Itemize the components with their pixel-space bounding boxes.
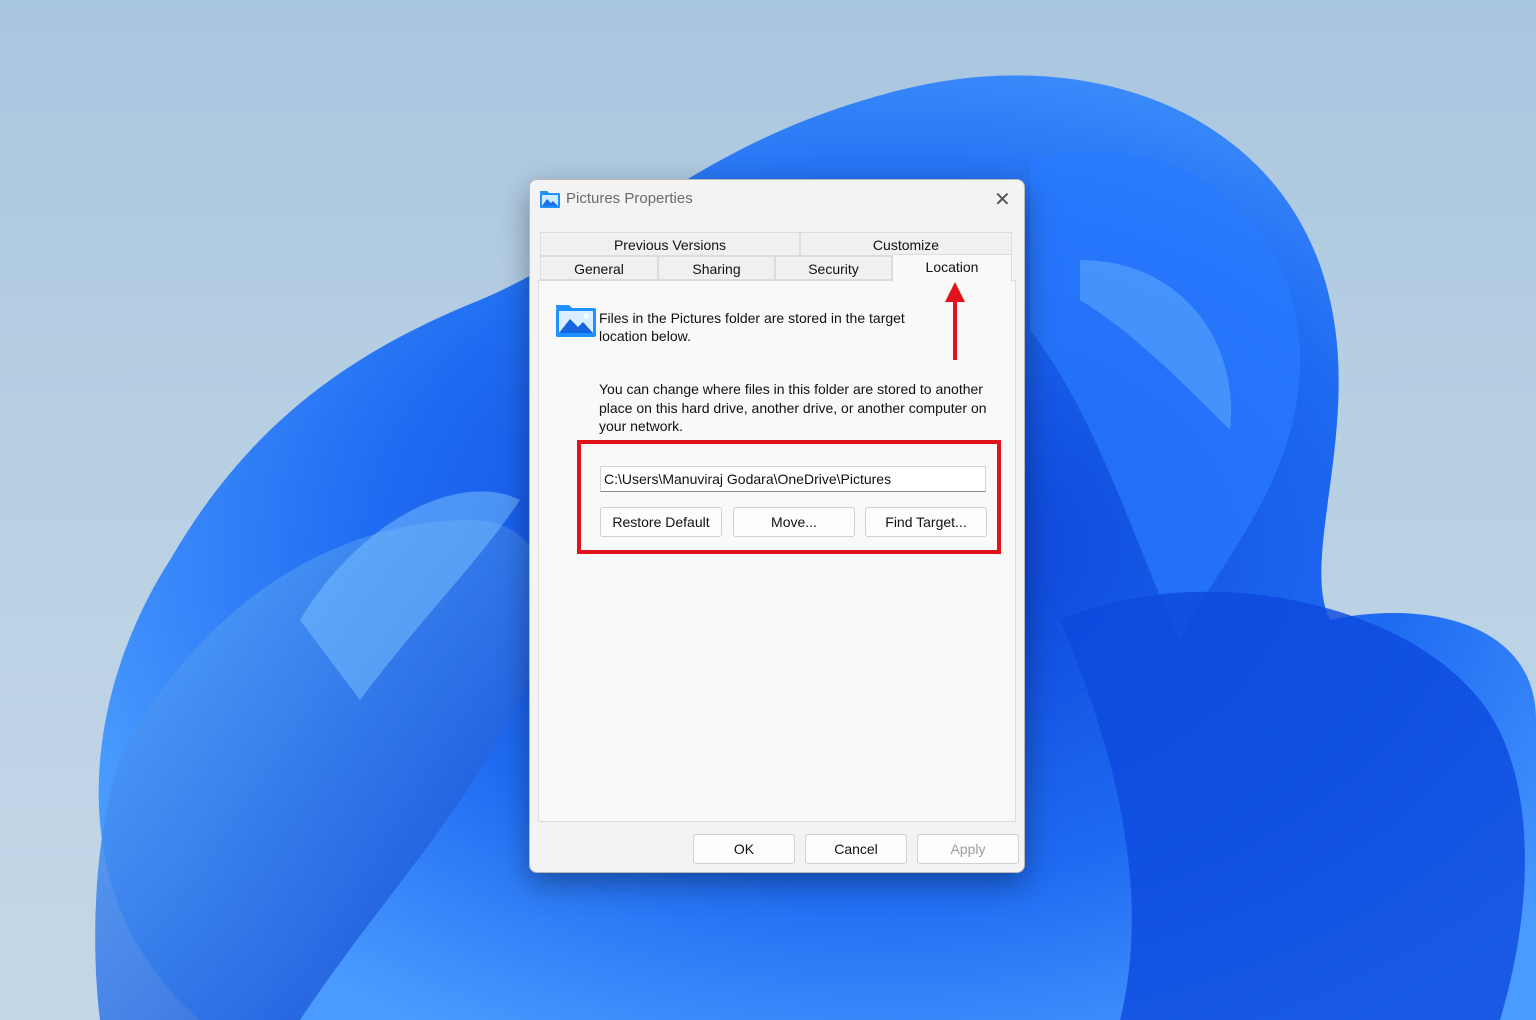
properties-dialog: Pictures Properties ✕ Previous Versions … (529, 179, 1025, 873)
move-button[interactable]: Move... (733, 507, 855, 537)
tab-sharing[interactable]: Sharing (658, 256, 775, 280)
pictures-folder-icon (556, 305, 596, 337)
title-bar[interactable]: Pictures Properties ✕ (530, 180, 1024, 220)
location-tab-panel: Files in the Pictures folder are stored … (538, 280, 1016, 822)
tab-previous-versions[interactable]: Previous Versions (540, 232, 800, 256)
close-button[interactable]: ✕ (978, 180, 1024, 218)
tab-security[interactable]: Security (775, 256, 892, 280)
target-path-input[interactable]: C:\Users\Manuviraj Godara\OneDrive\Pictu… (600, 466, 986, 492)
tab-general[interactable]: General (540, 256, 658, 280)
apply-button[interactable]: Apply (917, 834, 1019, 864)
tab-customize[interactable]: Customize (800, 232, 1012, 256)
close-icon: ✕ (994, 187, 1011, 211)
window-title: Pictures Properties (566, 190, 693, 207)
location-intro-text: Files in the Pictures folder are stored … (599, 310, 905, 344)
cancel-button[interactable]: Cancel (805, 834, 907, 864)
find-target-button[interactable]: Find Target... (865, 507, 987, 537)
ok-button[interactable]: OK (693, 834, 795, 864)
restore-default-button[interactable]: Restore Default (600, 507, 722, 537)
pictures-folder-icon (540, 191, 560, 208)
location-explanation-text: You can change where files in this folde… (599, 381, 987, 434)
tab-location[interactable]: Location (892, 254, 1012, 282)
